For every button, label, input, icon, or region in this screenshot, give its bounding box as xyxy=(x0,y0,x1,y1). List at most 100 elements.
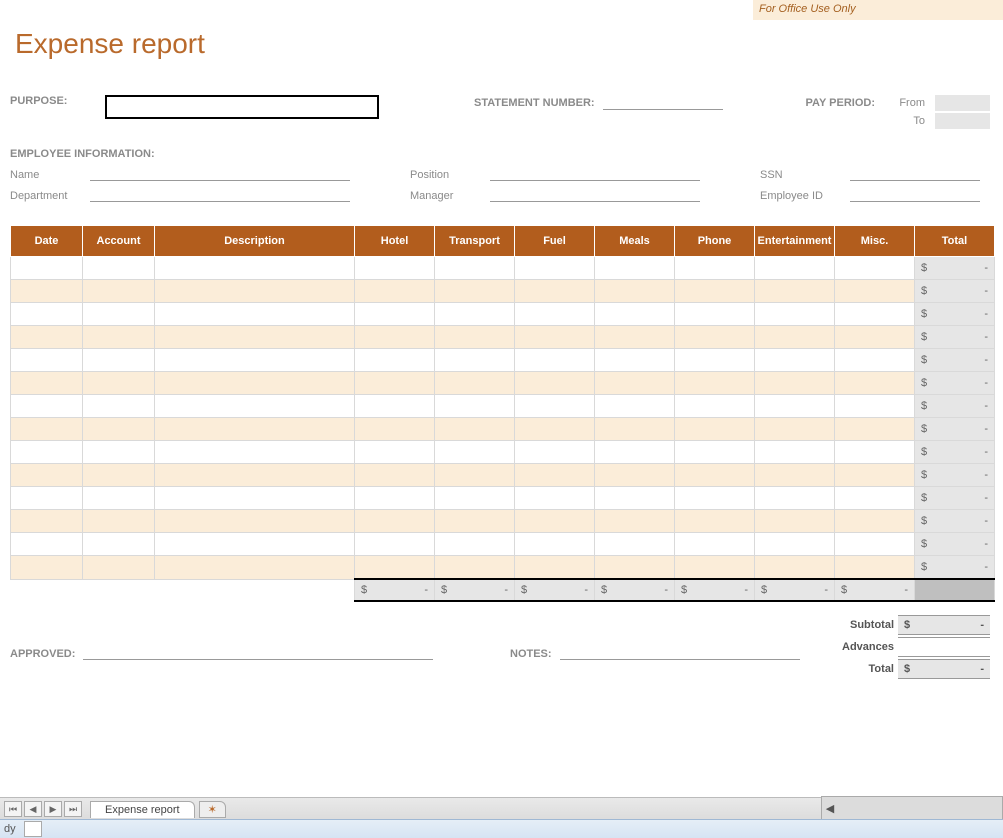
table-cell[interactable] xyxy=(515,533,595,556)
table-cell[interactable]: $- xyxy=(915,556,995,580)
table-cell[interactable] xyxy=(755,303,835,326)
table-cell[interactable] xyxy=(835,257,915,280)
table-row[interactable]: $- xyxy=(11,257,995,280)
table-cell[interactable] xyxy=(155,487,355,510)
table-cell[interactable] xyxy=(755,556,835,580)
table-cell[interactable] xyxy=(355,487,435,510)
table-cell[interactable] xyxy=(83,349,155,372)
table-cell[interactable] xyxy=(675,303,755,326)
table-cell[interactable] xyxy=(755,257,835,280)
table-cell[interactable] xyxy=(515,372,595,395)
table-cell[interactable] xyxy=(675,280,755,303)
table-cell[interactable] xyxy=(675,556,755,580)
table-cell[interactable] xyxy=(11,372,83,395)
table-cell[interactable]: $- xyxy=(915,441,995,464)
tab-prev-icon[interactable]: ◀ xyxy=(24,801,42,817)
table-cell[interactable] xyxy=(435,556,515,580)
table-row[interactable]: $- xyxy=(11,533,995,556)
table-cell[interactable] xyxy=(595,326,675,349)
table-row[interactable]: $- xyxy=(11,510,995,533)
horizontal-scrollbar[interactable]: ◀ xyxy=(821,796,1003,820)
table-cell[interactable]: $- xyxy=(915,395,995,418)
employee-id-field[interactable] xyxy=(850,187,980,202)
table-cell[interactable] xyxy=(155,280,355,303)
table-cell[interactable] xyxy=(11,280,83,303)
department-field[interactable] xyxy=(90,187,350,202)
table-cell[interactable] xyxy=(595,349,675,372)
table-cell[interactable] xyxy=(11,349,83,372)
table-cell[interactable]: $- xyxy=(915,464,995,487)
table-cell[interactable] xyxy=(595,556,675,580)
table-cell[interactable] xyxy=(11,533,83,556)
table-cell[interactable] xyxy=(83,280,155,303)
scroll-left-icon[interactable]: ◀ xyxy=(822,802,838,815)
table-cell[interactable] xyxy=(515,556,595,580)
table-cell[interactable] xyxy=(435,510,515,533)
table-cell[interactable] xyxy=(435,326,515,349)
tab-next-icon[interactable]: ▶ xyxy=(44,801,62,817)
table-cell[interactable] xyxy=(83,372,155,395)
table-cell[interactable] xyxy=(675,464,755,487)
table-cell[interactable] xyxy=(155,533,355,556)
table-cell[interactable] xyxy=(83,326,155,349)
table-cell[interactable]: $- xyxy=(915,487,995,510)
table-cell[interactable]: $- xyxy=(915,326,995,349)
table-cell[interactable] xyxy=(355,441,435,464)
table-cell[interactable] xyxy=(11,441,83,464)
table-cell[interactable] xyxy=(755,487,835,510)
table-cell[interactable] xyxy=(755,326,835,349)
position-field[interactable] xyxy=(490,166,700,181)
table-cell[interactable] xyxy=(595,487,675,510)
table-cell[interactable] xyxy=(155,326,355,349)
table-cell[interactable] xyxy=(11,395,83,418)
table-cell[interactable] xyxy=(435,487,515,510)
table-cell[interactable]: $- xyxy=(915,280,995,303)
table-cell[interactable] xyxy=(835,326,915,349)
approved-field[interactable] xyxy=(83,645,433,660)
table-cell[interactable] xyxy=(155,257,355,280)
table-cell[interactable] xyxy=(675,257,755,280)
name-field[interactable] xyxy=(90,166,350,181)
table-cell[interactable] xyxy=(435,257,515,280)
table-cell[interactable] xyxy=(675,533,755,556)
table-row[interactable]: $- xyxy=(11,464,995,487)
notes-field[interactable] xyxy=(560,645,800,660)
table-cell[interactable] xyxy=(515,441,595,464)
tab-nav-buttons[interactable]: ⏮ ◀ ▶ ⏭ xyxy=(0,801,86,817)
purpose-input[interactable] xyxy=(105,95,379,119)
table-cell[interactable] xyxy=(355,464,435,487)
table-cell[interactable] xyxy=(435,533,515,556)
tab-first-icon[interactable]: ⏮ xyxy=(4,801,22,817)
table-cell[interactable] xyxy=(515,257,595,280)
pay-to-field[interactable] xyxy=(935,113,990,129)
table-row[interactable]: $- xyxy=(11,326,995,349)
table-cell[interactable] xyxy=(155,303,355,326)
table-cell[interactable] xyxy=(155,372,355,395)
table-cell[interactable] xyxy=(11,326,83,349)
table-cell[interactable] xyxy=(595,464,675,487)
table-row[interactable]: $- xyxy=(11,372,995,395)
table-cell[interactable] xyxy=(755,372,835,395)
table-cell[interactable] xyxy=(355,556,435,580)
table-cell[interactable]: $- xyxy=(915,303,995,326)
table-cell[interactable] xyxy=(155,395,355,418)
table-cell[interactable] xyxy=(355,418,435,441)
table-cell[interactable] xyxy=(355,349,435,372)
table-cell[interactable] xyxy=(11,418,83,441)
table-cell[interactable] xyxy=(83,418,155,441)
table-cell[interactable]: $- xyxy=(915,510,995,533)
table-cell[interactable] xyxy=(515,303,595,326)
table-cell[interactable] xyxy=(355,303,435,326)
table-row[interactable]: $- xyxy=(11,441,995,464)
table-cell[interactable] xyxy=(515,510,595,533)
table-cell[interactable] xyxy=(835,464,915,487)
table-row[interactable]: $- xyxy=(11,395,995,418)
table-cell[interactable] xyxy=(515,326,595,349)
table-cell[interactable] xyxy=(515,395,595,418)
table-cell[interactable] xyxy=(83,441,155,464)
table-cell[interactable] xyxy=(755,533,835,556)
table-cell[interactable] xyxy=(83,556,155,580)
table-cell[interactable] xyxy=(675,487,755,510)
table-cell[interactable] xyxy=(675,510,755,533)
table-cell[interactable] xyxy=(595,441,675,464)
